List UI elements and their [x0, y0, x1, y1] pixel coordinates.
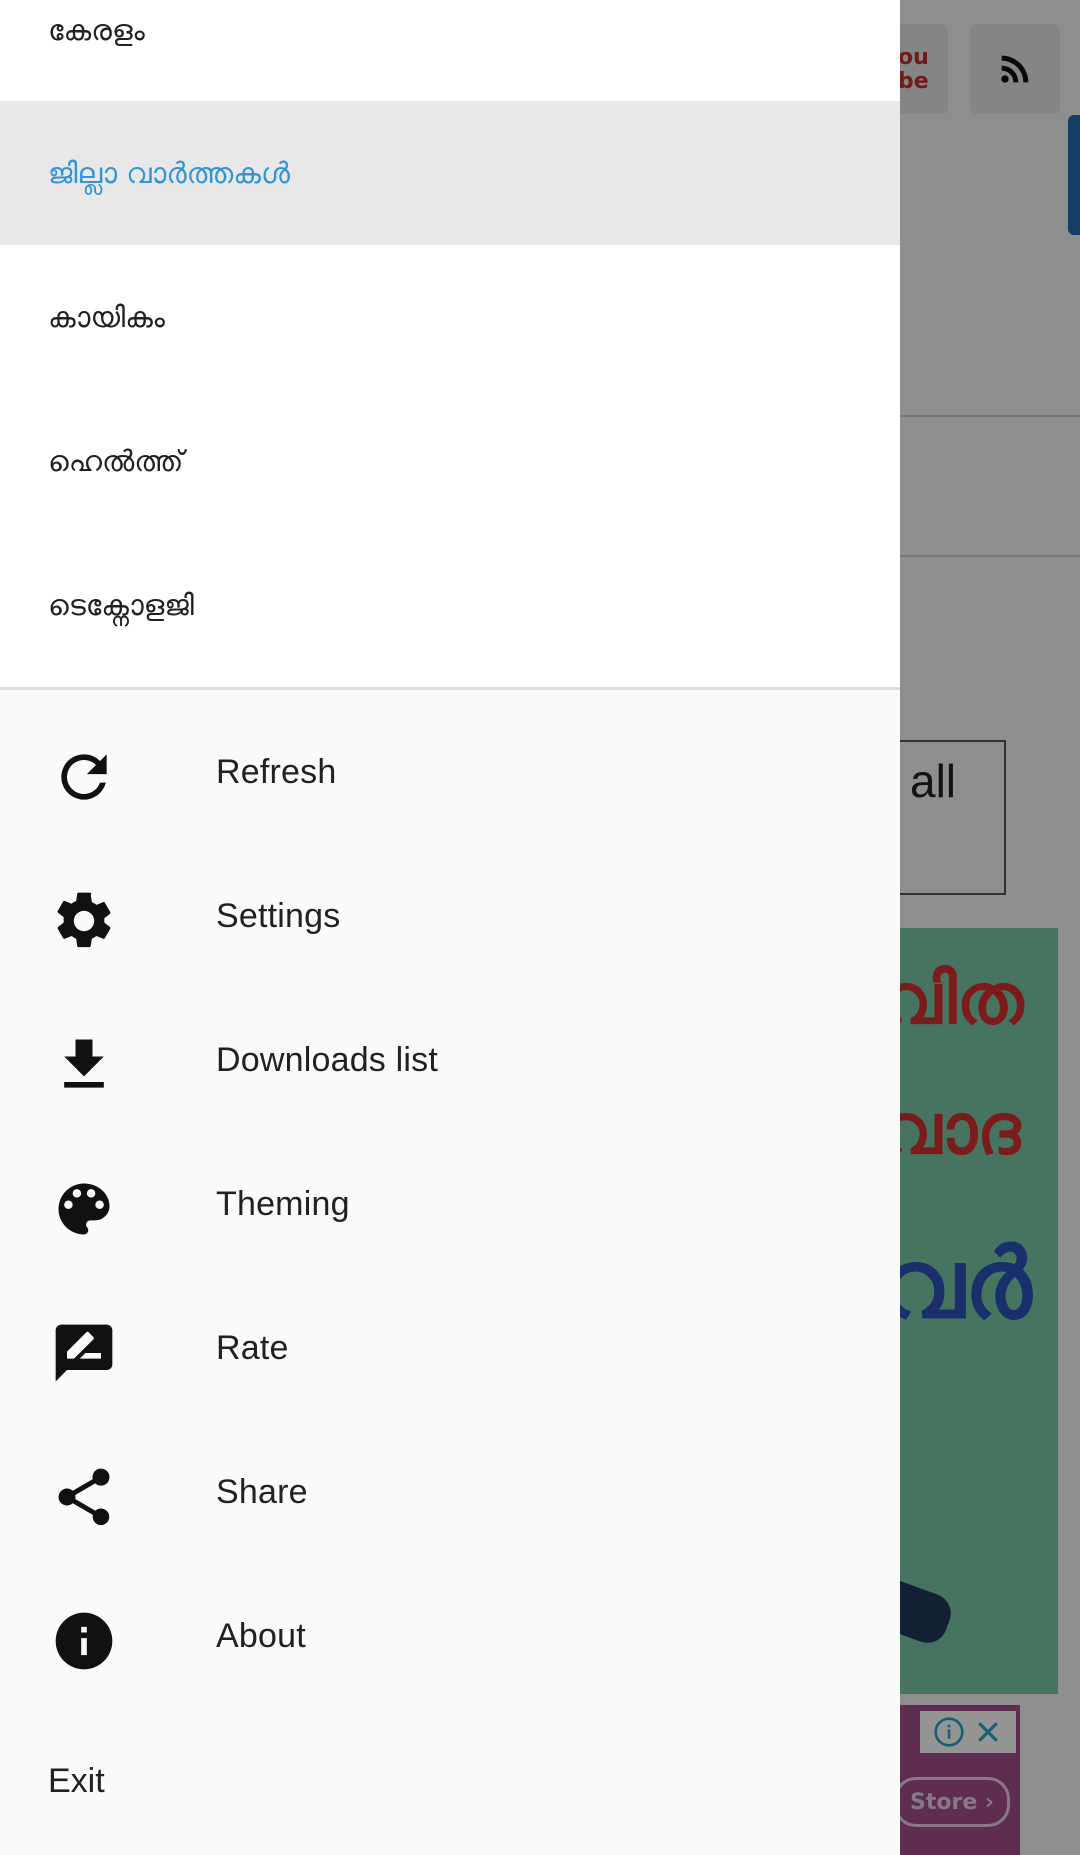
- menu-item-share[interactable]: Share: [0, 1425, 900, 1569]
- download-icon: [64, 1039, 104, 1088]
- refresh-icon: [61, 754, 107, 800]
- category-label: ജില്ലാ വാർത്തകൾ: [48, 155, 290, 190]
- rate-review-icon: [55, 1324, 113, 1382]
- menu-label: Downloads list: [216, 1041, 439, 1079]
- menu-divider: [0, 687, 900, 690]
- category-label: കായികം: [48, 299, 165, 334]
- category-list: കേരളം ജില്ലാ വാർത്തകൾ കായികം ഹെൽത്ത് ടെക…: [0, 0, 900, 688]
- category-label: ഹെൽത്ത്: [48, 443, 184, 478]
- palette-icon: [58, 1183, 110, 1235]
- menu-label: Rate: [216, 1329, 289, 1367]
- menu-label: Share: [216, 1473, 308, 1511]
- category-item-technology[interactable]: ടെക്നോളജി: [0, 533, 900, 677]
- category-item-kerala[interactable]: കേരളം: [0, 0, 900, 102]
- category-label: കേരളം: [48, 12, 145, 47]
- navigation-drawer: കേരളം ജില്ലാ വാർത്തകൾ കായികം ഹെൽത്ത് ടെക…: [0, 0, 900, 1855]
- exit-button[interactable]: Exit: [48, 1762, 105, 1801]
- menu-item-about[interactable]: About: [0, 1569, 900, 1713]
- menu-label: Theming: [216, 1185, 350, 1223]
- menu-item-rate[interactable]: Rate: [0, 1281, 900, 1425]
- menu-item-refresh[interactable]: Refresh: [0, 705, 900, 849]
- menu-item-downloads[interactable]: Downloads list: [0, 993, 900, 1137]
- menu-item-settings[interactable]: Settings: [0, 849, 900, 993]
- info-icon: [55, 1612, 113, 1670]
- menu-item-theming[interactable]: Theming: [0, 1137, 900, 1281]
- category-label: ടെക്നോളജി: [48, 587, 194, 622]
- category-item-district-news[interactable]: ജില്ലാ വാർത്തകൾ: [0, 101, 900, 245]
- gear-icon: [57, 892, 111, 948]
- share-icon: [58, 1468, 110, 1526]
- menu-label: Settings: [216, 897, 341, 935]
- category-item-sports[interactable]: കായികം: [0, 245, 900, 389]
- category-item-health[interactable]: ഹെൽത്ത്: [0, 389, 900, 533]
- menu-label: About: [216, 1617, 306, 1655]
- menu-label: Refresh: [216, 753, 337, 791]
